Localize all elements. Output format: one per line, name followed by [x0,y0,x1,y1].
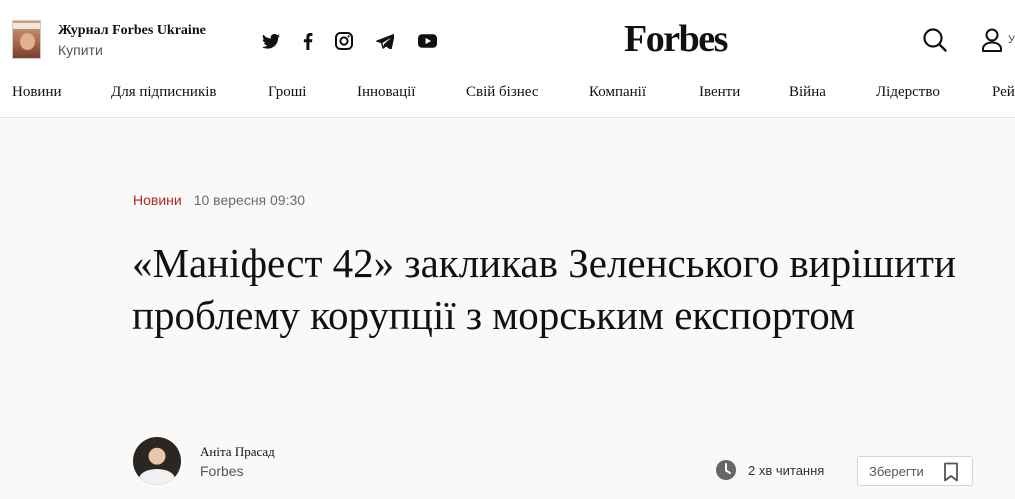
article-date: 10 вересня 09:30 [193,192,306,208]
search-icon[interactable] [922,27,948,53]
magazine-title[interactable]: Журнал Forbes Ukraine [58,23,206,39]
clock-icon [715,459,737,481]
top-bar: Журнал Forbes Ukraine Купити Forbes У [0,0,1015,80]
nav-item-events[interactable]: Івенти [699,84,740,101]
nav-item-ratings[interactable]: Рей [992,84,1015,101]
nav-item-for-subscribers[interactable]: Для підписників [111,84,217,101]
nav-item-news[interactable]: Новини [12,84,62,101]
author-avatar[interactable] [133,437,181,485]
forbes-logo[interactable]: Forbes [624,16,728,62]
article-header: Новини 10 вересня 09:30 «Маніфест 42» зак… [0,119,1015,499]
buy-magazine-link[interactable]: Купити [58,42,103,58]
save-article-button[interactable]: Зберегти [857,456,973,486]
author-organization: Forbes [200,463,244,479]
article-meta: Новини 10 вересня 09:30 [133,192,305,208]
telegram-icon[interactable] [374,30,396,52]
twitter-icon[interactable] [260,30,282,52]
nav-item-own-business[interactable]: Свій бізнес [466,84,538,101]
save-button-label: Зберегти [869,463,924,479]
facebook-icon[interactable] [299,30,317,52]
instagram-icon[interactable] [333,30,355,52]
nav-item-companies[interactable]: Компанії [589,84,646,101]
login-label[interactable]: У [1008,34,1015,46]
bookmark-icon [942,462,960,482]
author-name[interactable]: Аніта Прасад [200,444,275,460]
youtube-icon[interactable] [416,30,438,52]
nav-item-innovations[interactable]: Інновації [357,84,415,101]
nav-item-money[interactable]: Гроші [268,84,306,101]
reading-time: 2 хв читання [748,463,825,478]
magazine-cover-thumbnail[interactable] [12,20,41,59]
article-headline: «Маніфест 42» закликав Зеленського виріш… [132,240,956,338]
user-icon[interactable] [981,27,1005,53]
nav-item-leadership[interactable]: Лідерство [876,84,940,101]
main-navigation: Новини Для підписників Гроші Інновації С… [0,80,1015,118]
article-category-link[interactable]: Новини [133,192,182,208]
nav-item-war[interactable]: Війна [789,84,826,101]
